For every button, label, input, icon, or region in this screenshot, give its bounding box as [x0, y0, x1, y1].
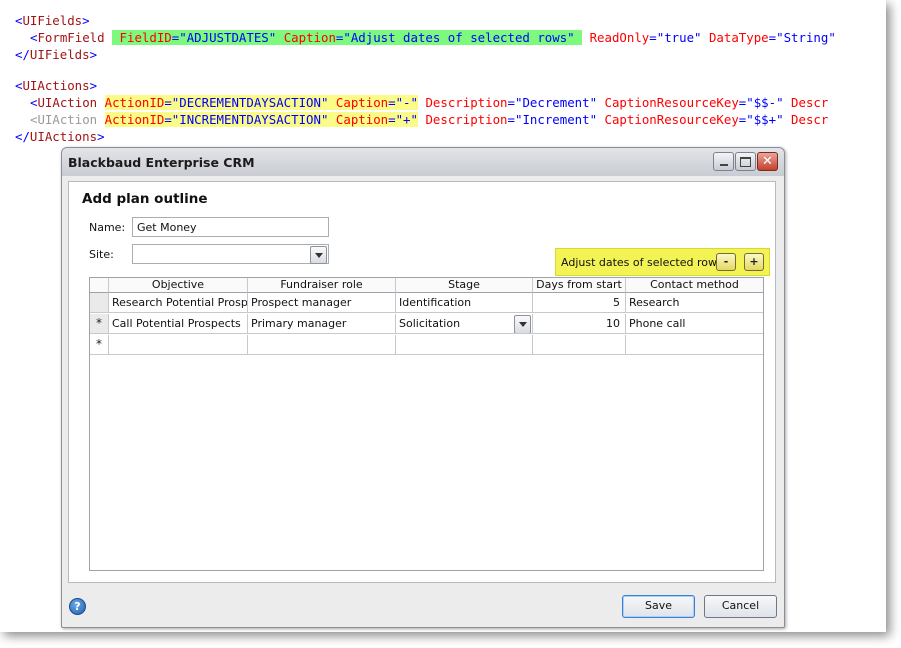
cell-days-from-start[interactable]: 5 — [533, 293, 626, 313]
xml-code-block: <UIFields> <FormField FieldID="ADJUSTDAT… — [15, 12, 885, 147]
xml-highlight-decrement: ActionID="DECREMENTDAYSACTION" Caption="… — [104, 95, 418, 110]
column-header-stage[interactable]: Stage — [396, 278, 533, 293]
site-combobox[interactable] — [132, 244, 329, 264]
site-label: Site: — [89, 248, 114, 261]
column-header-contact-method[interactable]: Contact method — [626, 278, 763, 293]
column-header-fundraiser-role[interactable]: Fundraiser role — [248, 278, 396, 293]
xml-line-increment-action: <UIAction ActionID="INCREMENTDAYSACTION"… — [30, 112, 829, 127]
cell-contact-method[interactable]: Research — [626, 293, 763, 313]
xml-line-uifields-close: </UIFields> — [15, 47, 98, 62]
chevron-down-icon — [314, 252, 323, 258]
cell-objective[interactable]: Call Potential Prospects — [109, 314, 248, 334]
xml-line-uiactions-open: <UIActions> — [15, 78, 98, 93]
minimize-button[interactable] — [713, 152, 734, 171]
cell-objective[interactable] — [109, 335, 248, 355]
cell-stage: Solicitation — [399, 317, 461, 330]
site-dropdown-button[interactable] — [310, 246, 327, 264]
save-button[interactable]: Save — [622, 595, 695, 618]
xml-line-decrement-action: <UIAction ActionID="DECREMENTDAYSACTION"… — [30, 95, 829, 110]
adjust-dates-panel: Adjust dates of selected rows: - + — [555, 248, 770, 276]
maximize-icon — [740, 156, 751, 167]
close-icon: ✕ — [762, 154, 773, 169]
maximize-button[interactable] — [735, 152, 756, 171]
chevron-down-icon — [518, 322, 527, 327]
increment-days-button[interactable]: + — [744, 253, 764, 271]
cell-stage-combobox[interactable]: Solicitation — [396, 314, 533, 334]
name-field[interactable]: Get Money — [132, 217, 329, 237]
row-selector[interactable] — [90, 293, 109, 313]
adjust-dates-label: Adjust dates of selected rows: — [561, 256, 727, 269]
cell-objective[interactable]: Research Potential Prospects — [109, 293, 248, 313]
xml-line-uiactions-close: </UIActions> — [15, 129, 105, 144]
decrement-days-button[interactable]: - — [716, 253, 736, 271]
cell-fundraiser-role[interactable]: Prospect manager — [248, 293, 396, 313]
cell-days-from-start[interactable]: 10 — [533, 314, 626, 334]
form-panel: Add plan outline Name: Get Money Site: A… — [68, 181, 776, 583]
cell-contact-method[interactable]: Phone call — [626, 314, 763, 334]
cell-fundraiser-role[interactable] — [248, 335, 396, 355]
form-heading: Add plan outline — [82, 191, 208, 207]
cell-contact-method[interactable] — [626, 335, 763, 355]
window-title: Blackbaud Enterprise CRM — [68, 155, 255, 170]
cancel-button[interactable]: Cancel — [704, 595, 777, 618]
column-header-objective[interactable]: Objective — [109, 278, 248, 293]
xml-line-formfield: <FormField FieldID="ADJUSTDATES" Caption… — [30, 30, 836, 45]
plan-steps-grid: Objective Fundraiser role Stage Days fro… — [89, 277, 764, 571]
minimize-icon — [719, 164, 728, 166]
cell-stage[interactable]: Identification — [396, 293, 533, 313]
add-plan-outline-dialog: Blackbaud Enterprise CRM ✕ Add plan outl… — [61, 147, 785, 628]
xml-highlight-fieldid: FieldID="ADJUSTDATES" Caption="Adjust da… — [112, 30, 583, 45]
row-selector-header — [90, 278, 109, 293]
cell-stage[interactable] — [396, 335, 533, 355]
xml-line-uifields-open: <UIFields> — [15, 13, 90, 28]
cell-fundraiser-role[interactable]: Primary manager — [248, 314, 396, 334]
new-row-marker: * — [90, 335, 109, 355]
xml-highlight-increment: ActionID="INCREMENTDAYSACTION" Caption="… — [104, 112, 418, 127]
name-label: Name: — [89, 221, 126, 234]
cell-days-from-start[interactable] — [533, 335, 626, 355]
close-button[interactable]: ✕ — [757, 152, 778, 171]
help-icon[interactable]: ? — [69, 598, 86, 615]
stage-dropdown-button[interactable] — [514, 315, 531, 333]
title-bar[interactable]: Blackbaud Enterprise CRM ✕ — [62, 148, 784, 176]
column-header-days-from-start[interactable]: Days from start — [533, 278, 626, 293]
row-selector-editing[interactable]: * — [90, 314, 109, 334]
